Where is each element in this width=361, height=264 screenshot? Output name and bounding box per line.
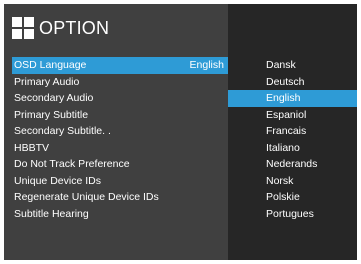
language-option-espaniol[interactable]: Espaniol: [228, 107, 357, 124]
grid-icon-square: [24, 17, 34, 27]
menu-item-hbbtv[interactable]: HBBTV: [12, 140, 228, 157]
language-option-italiano[interactable]: Italiano: [228, 140, 357, 157]
language-option-dansk[interactable]: Dansk: [228, 57, 357, 74]
menu-item-label: Secondary Audio: [14, 92, 94, 104]
menu-item-label: Unique Device IDs: [14, 174, 101, 187]
menu-item-label: OSD Language: [14, 59, 87, 71]
menu-item-regenerate-device-ids[interactable]: Regenerate Unique Device IDs: [12, 189, 228, 206]
menu-item-primary-audio[interactable]: Primary Audio: [12, 74, 228, 91]
grid-icon-square: [12, 17, 22, 27]
menu-item-primary-subtitle[interactable]: Primary Subtitle: [12, 107, 228, 124]
menu-item-do-not-track[interactable]: Do Not Track Preference: [12, 156, 228, 173]
menu-item-osd-language[interactable]: OSD Language English: [12, 57, 228, 74]
language-option-francais[interactable]: Francais: [228, 123, 357, 140]
language-options-pane: Dansk Deutsch English Espaniol Francais …: [228, 4, 357, 260]
menu-item-label: Regenerate Unique Device IDs: [14, 191, 159, 203]
menu-item-label: Primary Audio: [14, 75, 80, 88]
menu-item-label: Primary Subtitle: [14, 108, 89, 121]
option-list-pane: OPTION OSD Language English Primary Audi…: [4, 4, 228, 260]
menu-item-label: HBBTV: [14, 141, 50, 154]
language-option-polskie[interactable]: Polskie: [228, 189, 357, 206]
grid-icon-square: [12, 29, 22, 39]
menu-item-secondary-audio[interactable]: Secondary Audio: [12, 90, 228, 107]
option-header: OPTION: [12, 14, 109, 42]
menu-item-value: English: [189, 59, 224, 71]
option-menu-panel: OPTION OSD Language English Primary Audi…: [4, 4, 357, 260]
language-option-english[interactable]: English: [228, 90, 357, 107]
language-option-norsk[interactable]: Norsk: [228, 173, 357, 190]
language-option-nederands[interactable]: Nederands: [228, 156, 357, 173]
menu-item-label: Do Not Track Preference: [14, 158, 130, 170]
grid-icon-square: [24, 29, 34, 39]
page-title: OPTION: [39, 17, 110, 38]
language-options-list: Dansk Deutsch English Espaniol Francais …: [228, 57, 357, 222]
menu-item-label: Secondary Subtitle. .: [14, 125, 111, 137]
grid-icon: [12, 17, 34, 39]
menu-item-subtitle-hearing[interactable]: Subtitle Hearing: [12, 206, 228, 223]
language-option-deutsch[interactable]: Deutsch: [228, 74, 357, 91]
language-option-portugues[interactable]: Portugues: [228, 206, 357, 223]
menu-item-secondary-subtitle[interactable]: Secondary Subtitle. .: [12, 123, 228, 140]
menu-item-unique-device-ids[interactable]: Unique Device IDs: [12, 173, 228, 190]
menu-item-label: Subtitle Hearing: [14, 207, 89, 220]
option-menu-list: OSD Language English Primary Audio Secon…: [12, 57, 228, 222]
